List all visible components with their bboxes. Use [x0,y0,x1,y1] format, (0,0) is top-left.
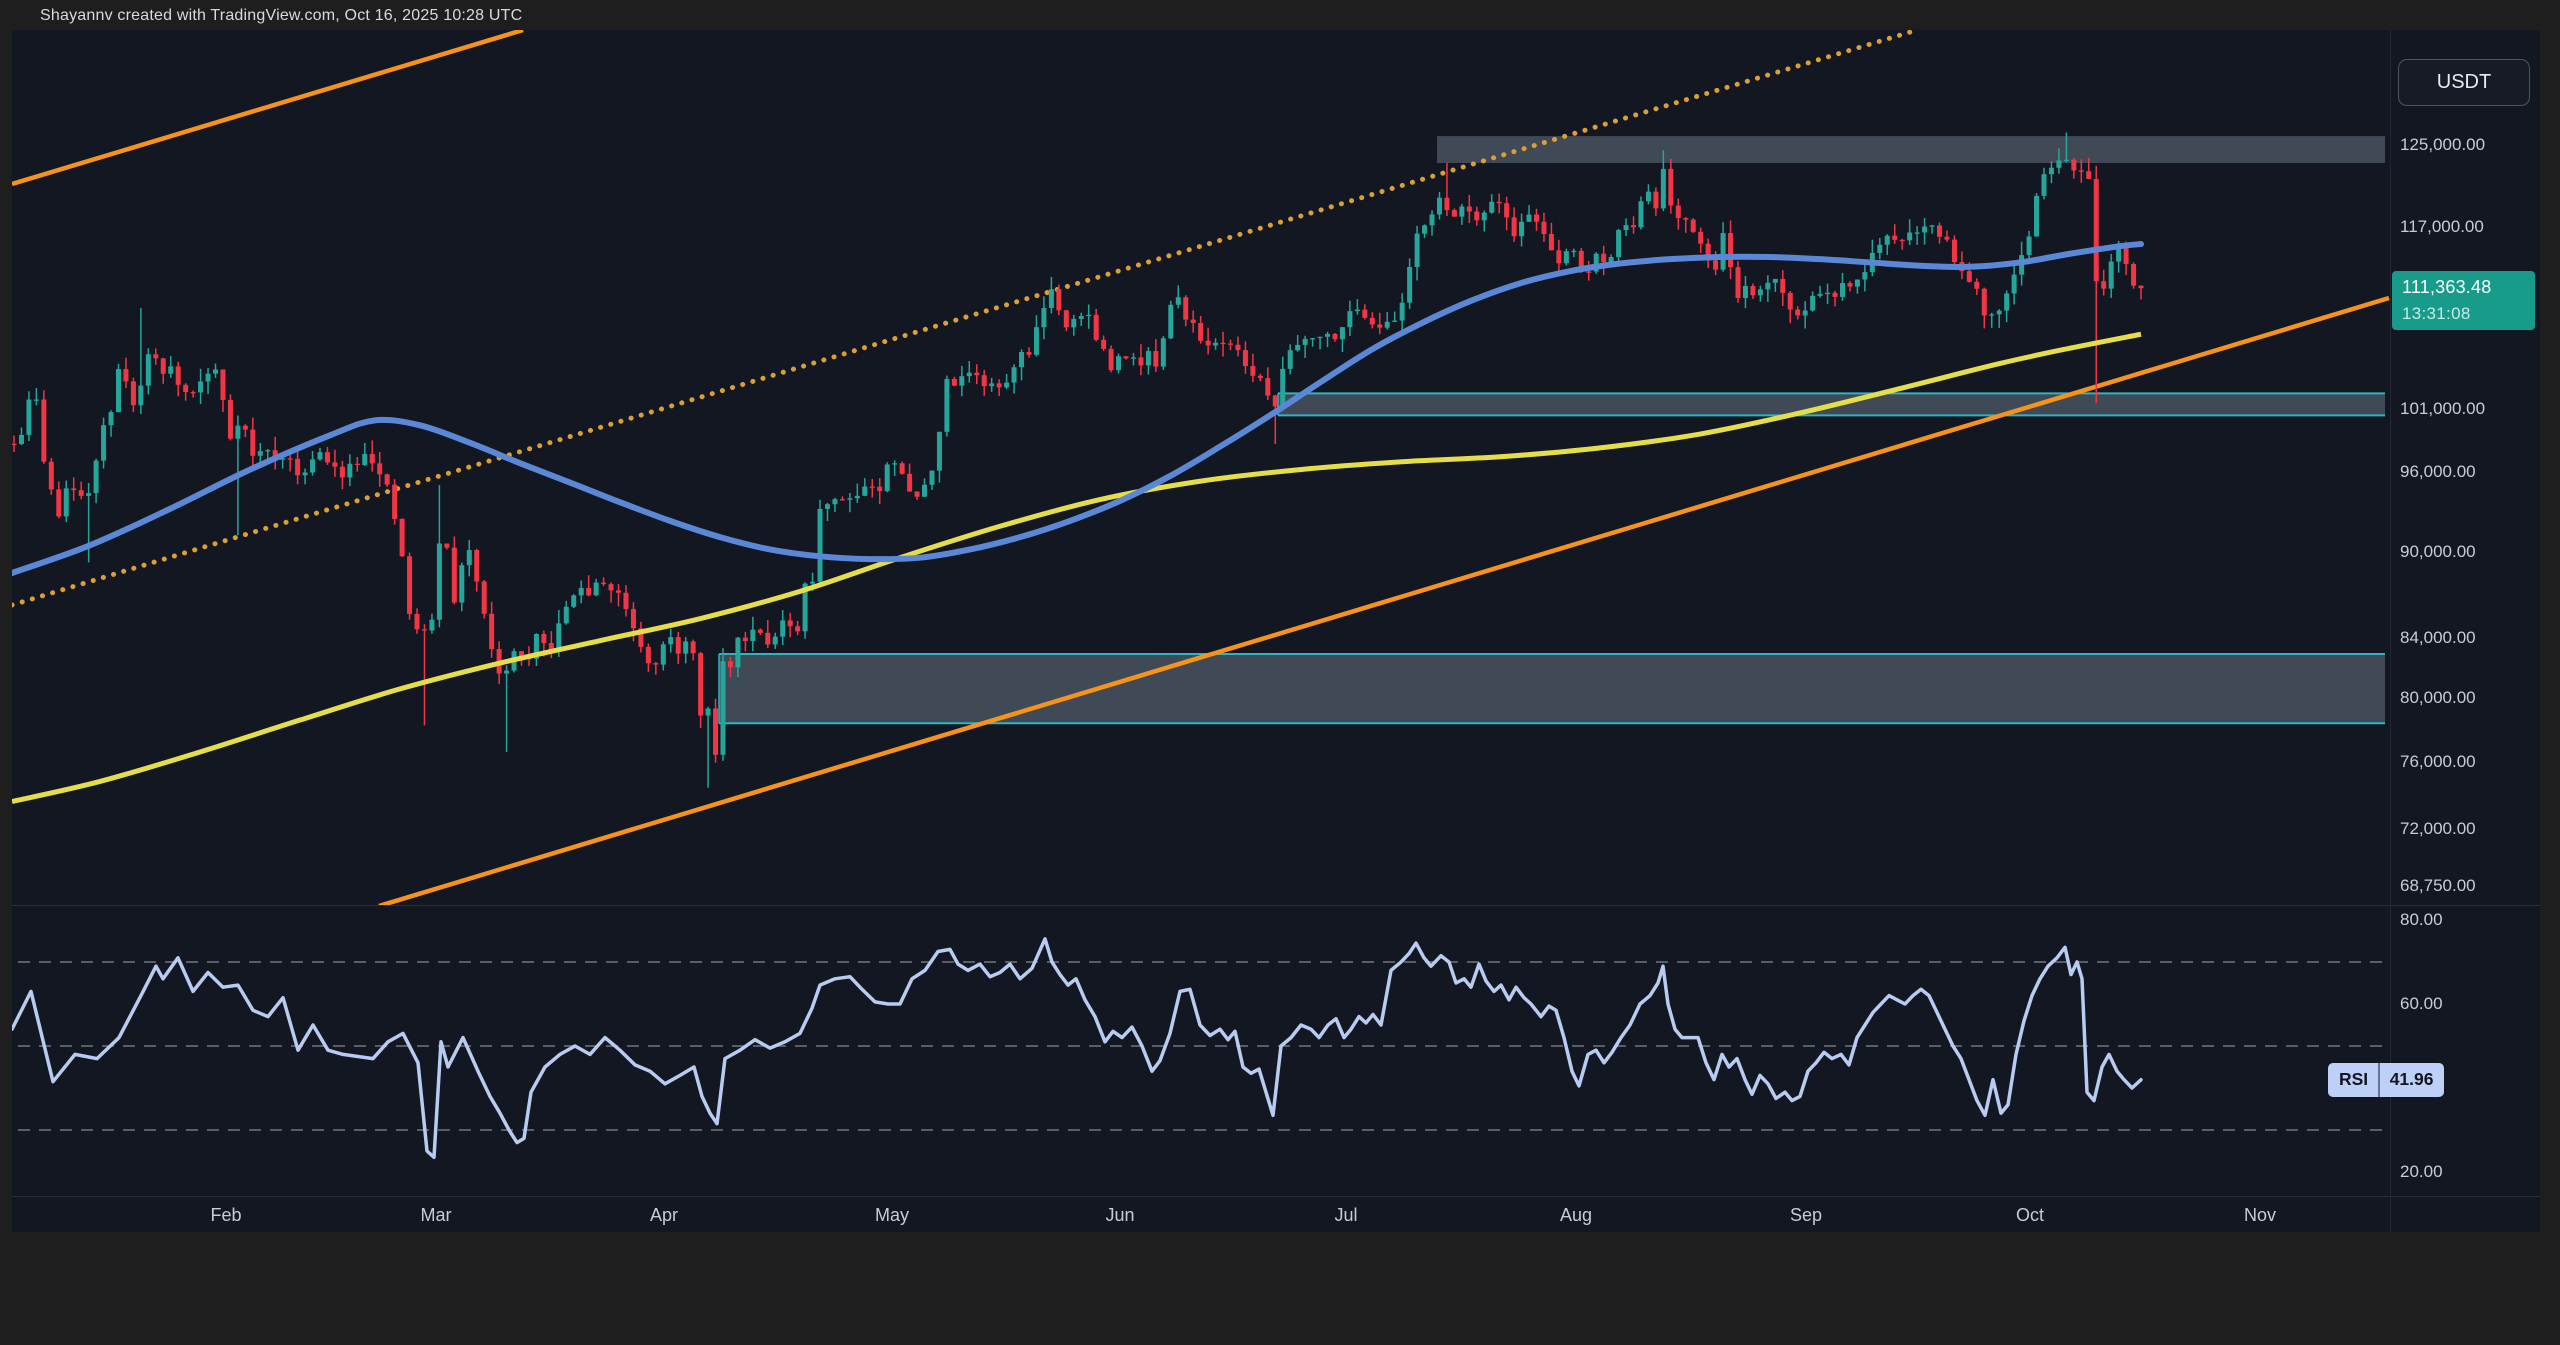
last-price-badge: 111,363.48 13:31:08 [2392,271,2535,330]
time-axis-label-feb: Feb [210,1199,241,1232]
bar-countdown: 13:31:08 [2402,301,2535,326]
time-axis-label-oct: Oct [2016,1199,2044,1232]
last-price-value: 111,363.48 [2402,274,2535,301]
price-axis-label: 68,750.00 [2400,876,2476,896]
rsi-line[interactable] [12,939,2141,1157]
price-axis-label: 84,000.00 [2400,628,2476,648]
time-axis-label-sep: Sep [1790,1199,1822,1232]
channel-midline-dotted[interactable] [12,30,1917,605]
supply-demand-zone[interactable] [719,654,2385,723]
rsi-value: 41.96 [2390,1069,2434,1090]
time-axis-label-mar: Mar [421,1199,452,1232]
price-axis-label: 80,000.00 [2400,688,2476,708]
supply-demand-zone[interactable] [1437,136,2385,163]
price-axis-label: 76,000.00 [2400,752,2476,772]
price-axis-label: 72,000.00 [2400,819,2476,839]
time-axis-label-jul: Jul [1334,1199,1357,1232]
price-axis-label: 125,000.00 [2400,135,2485,155]
rsi-value-badge: RSI 41.96 [2328,1063,2444,1097]
price-axis-separator [2390,30,2391,1232]
rsi-axis-label: 80.00 [2400,910,2443,930]
pane-divider[interactable] [12,905,2540,906]
rsi-label: RSI [2339,1069,2368,1090]
time-axis-divider[interactable] [12,1196,2540,1197]
rsi-pane[interactable] [12,939,2388,1157]
price-axis-label: 90,000.00 [2400,542,2476,562]
time-axis-label-jun: Jun [1105,1199,1134,1232]
symbol-currency-button[interactable]: USDT [2398,59,2530,106]
price-axis-label: 101,000.00 [2400,399,2485,419]
time-axis-label-nov: Nov [2244,1199,2276,1232]
price-axis-label: 96,000.00 [2400,462,2476,482]
main-pane[interactable] [12,30,2390,906]
tradingview-published-chart: Shayannv created with TradingView.com, O… [0,0,2560,1345]
time-axis-label-aug: Aug [1560,1199,1592,1232]
price-axis-label: 117,000.00 [2400,217,2484,237]
time-axis-label-apr: Apr [650,1199,678,1232]
rsi-axis-label: 20.00 [2400,1162,2443,1182]
channel-trendline[interactable] [379,298,2389,906]
rsi-badge-divider [2378,1063,2380,1097]
chart-canvas[interactable] [0,0,2560,1345]
rsi-axis-label: 60.00 [2400,994,2443,1014]
channel-trendline[interactable] [12,30,523,184]
footer-bar: TradingView [0,1232,2560,1345]
time-axis-label-may: May [875,1199,909,1232]
